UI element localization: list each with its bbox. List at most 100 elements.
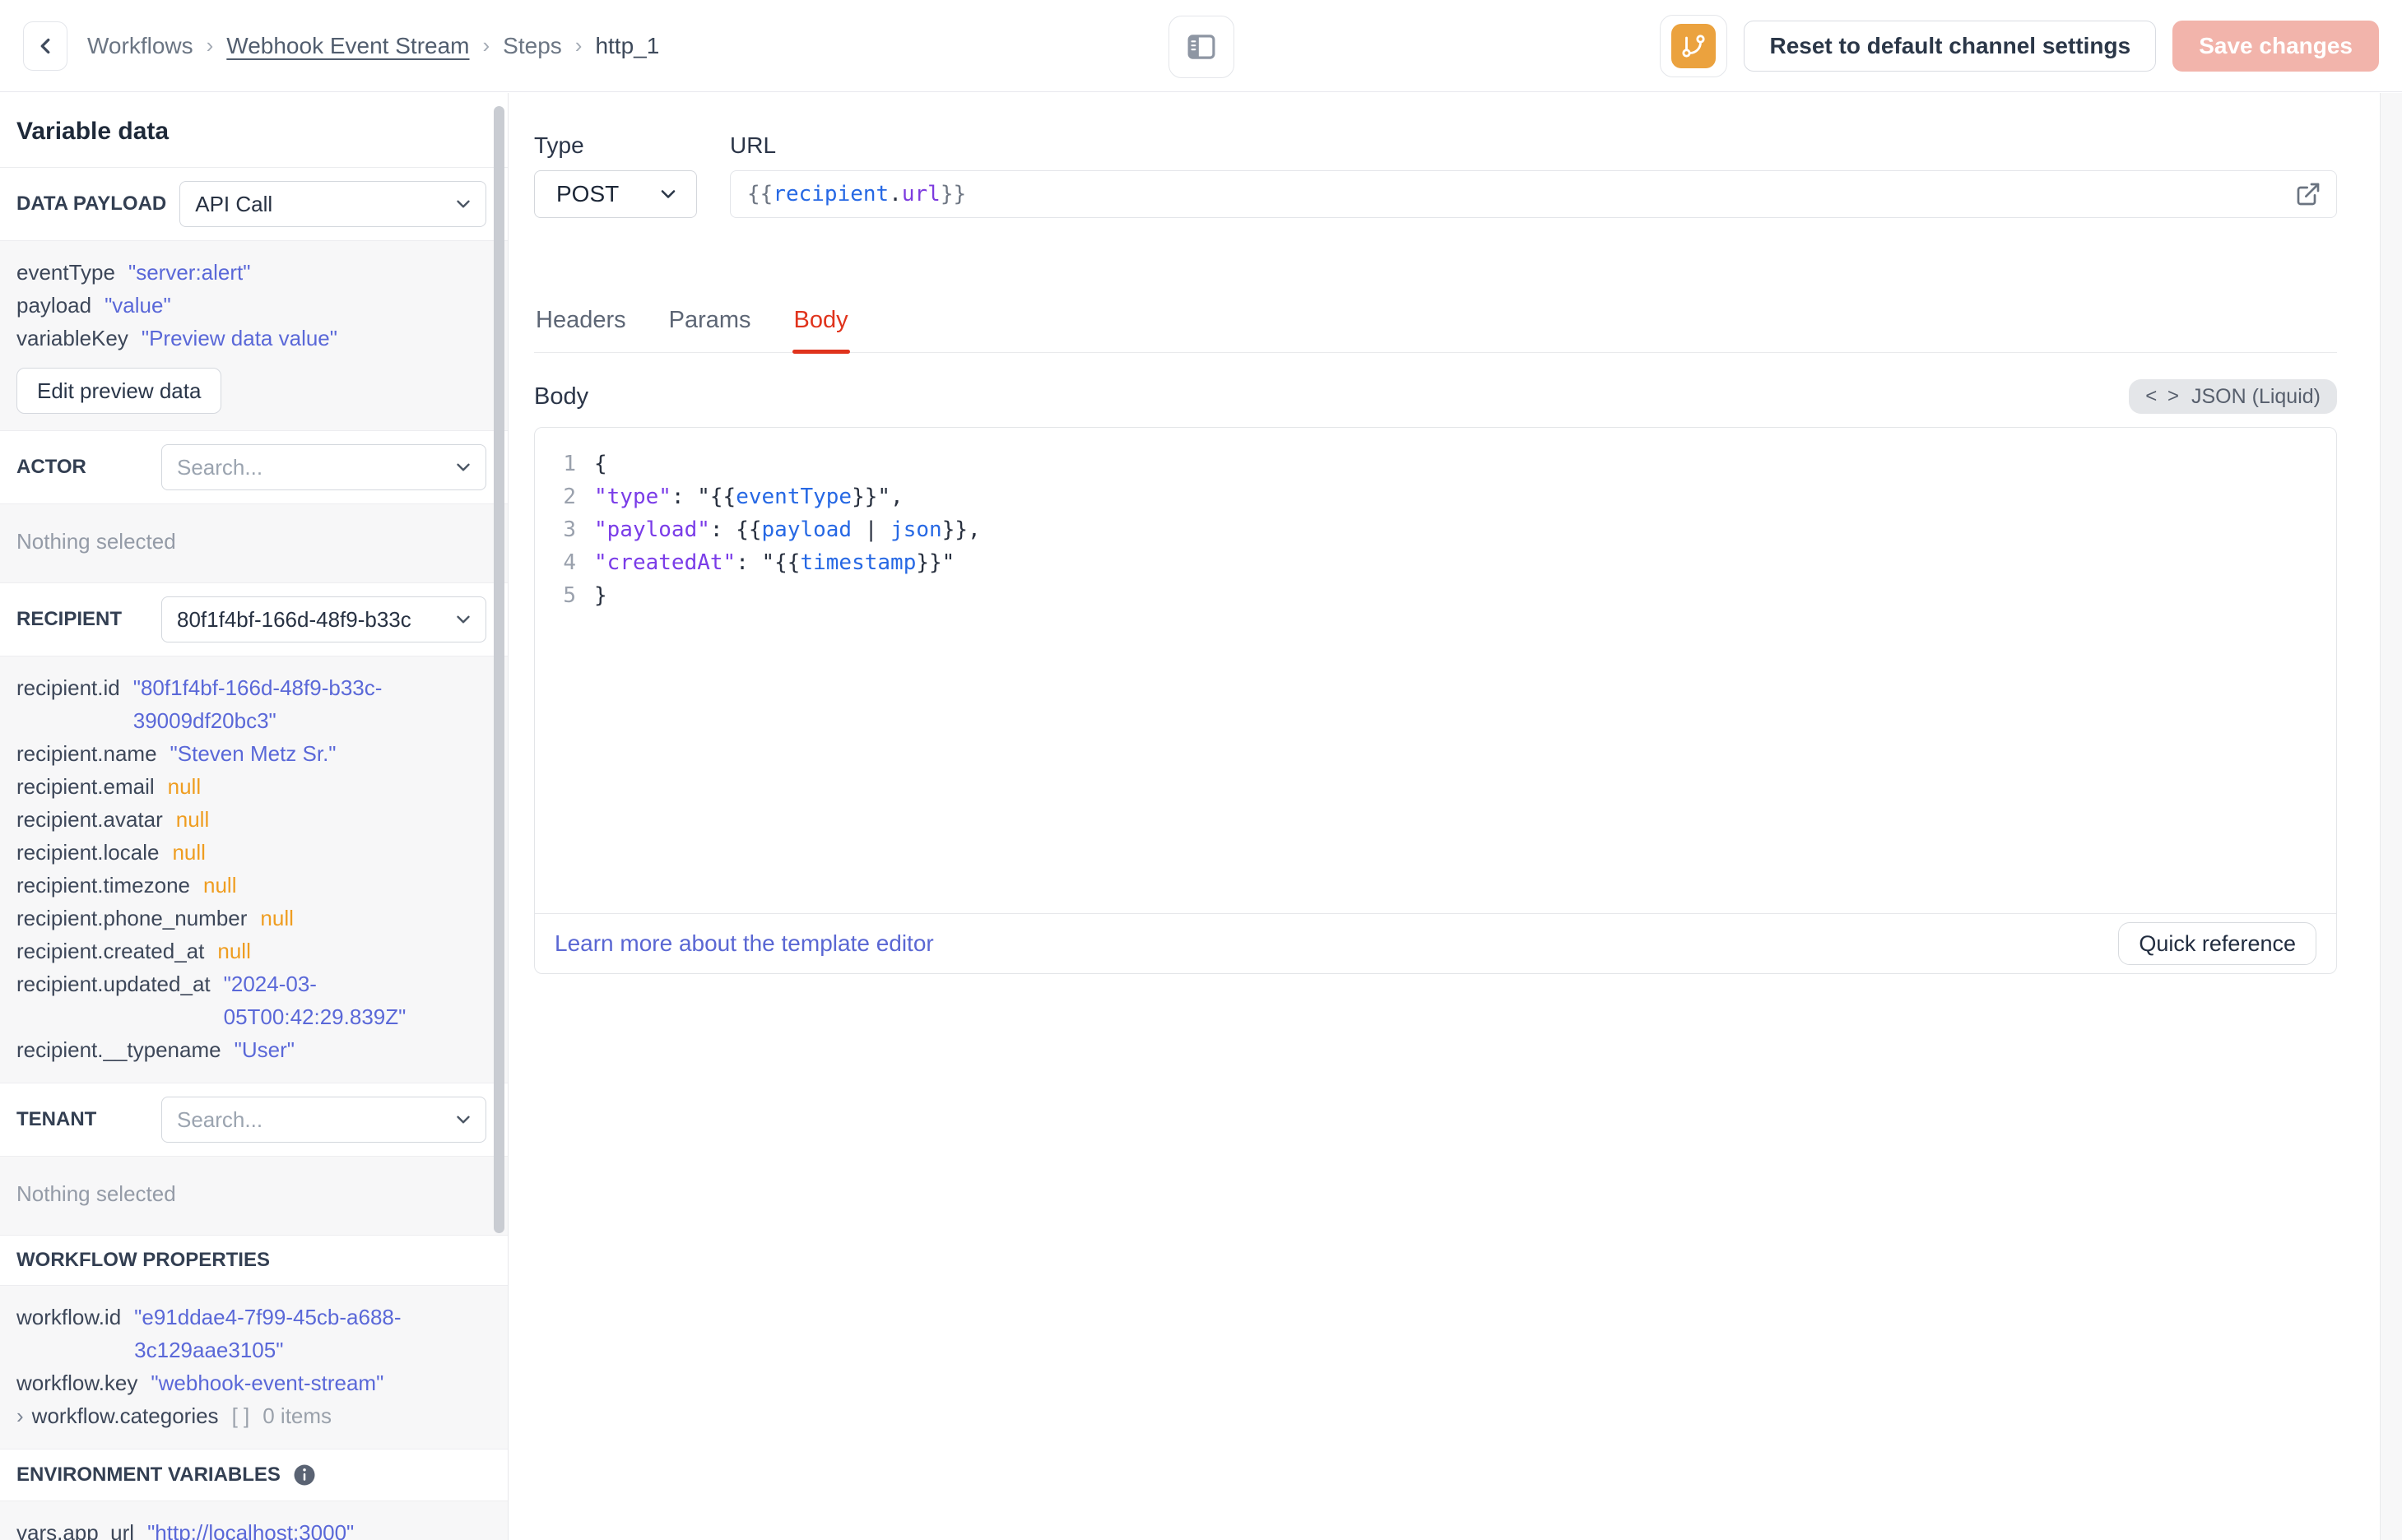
url-token: recipient bbox=[773, 182, 890, 206]
tab-headers[interactable]: Headers bbox=[534, 307, 628, 352]
learn-more-link[interactable]: Learn more about the template editor bbox=[555, 930, 934, 957]
code-editor[interactable]: 1{2 "type": "{{eventType}}", 3 "payload": {… bbox=[535, 428, 2336, 913]
code-token: "type" bbox=[594, 485, 671, 509]
sidebar-scrollbar[interactable] bbox=[494, 106, 504, 1233]
url-token: {{ bbox=[747, 182, 774, 206]
variable-key: workflow.key bbox=[16, 1371, 138, 1395]
data-payload-preview: eventType "server:alert" payload "value" var… bbox=[0, 240, 508, 431]
chevron-down-icon bbox=[657, 183, 680, 206]
code-token: }}, bbox=[941, 517, 981, 542]
variable-key: variableKey bbox=[16, 326, 128, 350]
code-text: "type": "{{eventType}}", bbox=[594, 480, 904, 513]
empty-state-text: Nothing selected bbox=[16, 1181, 176, 1206]
code-line: 3 "payload": {{payload | json}}, bbox=[535, 513, 2336, 546]
reset-default-channel-settings-button[interactable]: Reset to default channel settings bbox=[1744, 20, 2157, 72]
variable-row: recipient.id "80f1f4bf-166d-48f9-b33c-390… bbox=[16, 671, 486, 737]
variable-row: recipient.phone_number null bbox=[16, 902, 486, 935]
main-panel: Type POST URL {{recipient.url}} Headers … bbox=[509, 93, 2381, 1540]
request-row: Type POST URL {{recipient.url}} bbox=[534, 132, 2337, 218]
quick-reference-button[interactable]: Quick reference bbox=[2118, 922, 2316, 965]
sidebar-section-workflow-properties: WORKFLOW PROPERTIES bbox=[0, 1236, 508, 1285]
variable-value: "server:alert" bbox=[128, 260, 251, 285]
variable-row: recipient.timezone null bbox=[16, 869, 486, 902]
main-scrollbar-gutter[interactable] bbox=[2380, 93, 2402, 1540]
data-payload-select[interactable]: API Call bbox=[179, 181, 486, 227]
breadcrumb-item-steps[interactable]: Steps bbox=[503, 33, 562, 59]
language-badge: < > JSON (Liquid) bbox=[2129, 379, 2337, 414]
workflow-properties-values: workflow.id "e91ddae4-7f99-45cb-a688-3c12… bbox=[0, 1285, 508, 1450]
tab-body[interactable]: Body bbox=[792, 307, 850, 354]
breadcrumb-item-workflows[interactable]: Workflows bbox=[87, 33, 193, 59]
back-button[interactable] bbox=[23, 21, 67, 71]
variable-key: recipient.email bbox=[16, 774, 155, 799]
code-token: eventType bbox=[736, 485, 853, 509]
variable-key: workflow.id bbox=[16, 1305, 122, 1329]
variable-value: "User" bbox=[234, 1037, 295, 1062]
url-token: }} bbox=[940, 182, 967, 206]
recipient-select[interactable]: 80f1f4bf-166d-48f9-b33c bbox=[161, 596, 486, 642]
breadcrumb-item-webhook-event-stream[interactable]: Webhook Event Stream bbox=[226, 33, 469, 59]
variable-row[interactable]: › workflow.categories [ ] 0 items bbox=[16, 1399, 486, 1432]
variable-row: recipient.updated_at "2024-03-05T00:42:29… bbox=[16, 967, 486, 1033]
code-line: 5} bbox=[535, 579, 2336, 612]
url-token: . bbox=[889, 182, 902, 206]
type-select-value: POST bbox=[556, 181, 620, 206]
code-token: "payload" bbox=[594, 517, 710, 542]
save-changes-button[interactable]: Save changes bbox=[2172, 20, 2379, 72]
variable-row: recipient.locale null bbox=[16, 836, 486, 869]
variable-key: recipient.created_at bbox=[16, 939, 205, 963]
chevron-down-icon bbox=[453, 609, 474, 630]
sidebar-section-recipient: RECIPIENT 80f1f4bf-166d-48f9-b33c bbox=[0, 583, 508, 656]
editor-footer: Learn more about the template editor Qui… bbox=[535, 913, 2336, 973]
recipient-select-value: 80f1f4bf-166d-48f9-b33c bbox=[177, 606, 411, 632]
variable-key: recipient.phone_number bbox=[16, 906, 248, 930]
variable-key: recipient.__typename bbox=[16, 1037, 221, 1062]
sidebar-panel-icon bbox=[1184, 30, 1219, 64]
variable-key: eventType bbox=[16, 260, 115, 285]
url-field: URL {{recipient.url}} bbox=[730, 132, 2337, 218]
actor-select[interactable]: Search... bbox=[161, 444, 486, 490]
data-payload-select-value: API Call bbox=[195, 191, 273, 216]
variable-row: workflow.key "webhook-event-stream" bbox=[16, 1366, 486, 1399]
code-token: }}", bbox=[852, 485, 904, 509]
variable-value: "value" bbox=[105, 293, 171, 318]
url-label: URL bbox=[730, 132, 777, 158]
type-select[interactable]: POST bbox=[534, 170, 697, 218]
tenant-select[interactable]: Search... bbox=[161, 1097, 486, 1143]
variable-value: null bbox=[217, 939, 251, 963]
breadcrumb-item-http-1: http_1 bbox=[595, 32, 660, 58]
code-line: 1{ bbox=[535, 448, 2336, 480]
variable-value: "Preview data value" bbox=[141, 326, 337, 350]
url-input[interactable]: {{recipient.url}} bbox=[730, 170, 2337, 218]
top-bar: Workflows › Webhook Event Stream › Steps › htt… bbox=[0, 0, 2402, 92]
main-content: Type POST URL {{recipient.url}} Headers … bbox=[509, 93, 2337, 974]
sidebar-section-actor: ACTOR Search... bbox=[0, 431, 508, 503]
actor-empty-state: Nothing selected bbox=[0, 503, 508, 583]
variable-key: recipient.avatar bbox=[16, 807, 163, 832]
variable-row: recipient.name "Steven Metz Sr." bbox=[16, 737, 486, 770]
edit-preview-data-button[interactable]: Edit preview data bbox=[16, 368, 222, 414]
external-link-icon[interactable] bbox=[2295, 181, 2321, 207]
code-text: { bbox=[594, 448, 607, 480]
panel-toggle-button[interactable] bbox=[1168, 16, 1234, 78]
breadcrumb-separator: › bbox=[206, 33, 214, 58]
body-section-header: Body < > JSON (Liquid) bbox=[534, 379, 2337, 414]
tab-params[interactable]: Params bbox=[667, 307, 753, 352]
variable-data-sidebar: Variable data DATA PAYLOAD API Call eventT… bbox=[0, 93, 509, 1540]
code-text: "payload": {{payload | json}}, bbox=[594, 513, 981, 546]
line-number: 5 bbox=[563, 583, 576, 608]
version-button[interactable] bbox=[1660, 14, 1728, 77]
section-label-tenant: TENANT bbox=[16, 1108, 97, 1130]
chevron-down-icon bbox=[453, 193, 474, 215]
variable-row: variableKey "Preview data value" bbox=[16, 322, 486, 355]
environment-variables-values: vars.app_url "http://localhost:3000"vars.… bbox=[0, 1501, 508, 1540]
code-text: } bbox=[594, 579, 607, 612]
line-number: 1 bbox=[563, 452, 576, 476]
breadcrumb-separator: › bbox=[574, 33, 583, 58]
line-number: 4 bbox=[563, 550, 576, 575]
info-icon[interactable] bbox=[292, 1463, 317, 1487]
variable-value: null bbox=[172, 840, 206, 865]
section-label-actor: ACTOR bbox=[16, 456, 86, 478]
breadcrumb-separator: › bbox=[482, 33, 490, 58]
code-token: }}" bbox=[916, 550, 955, 575]
